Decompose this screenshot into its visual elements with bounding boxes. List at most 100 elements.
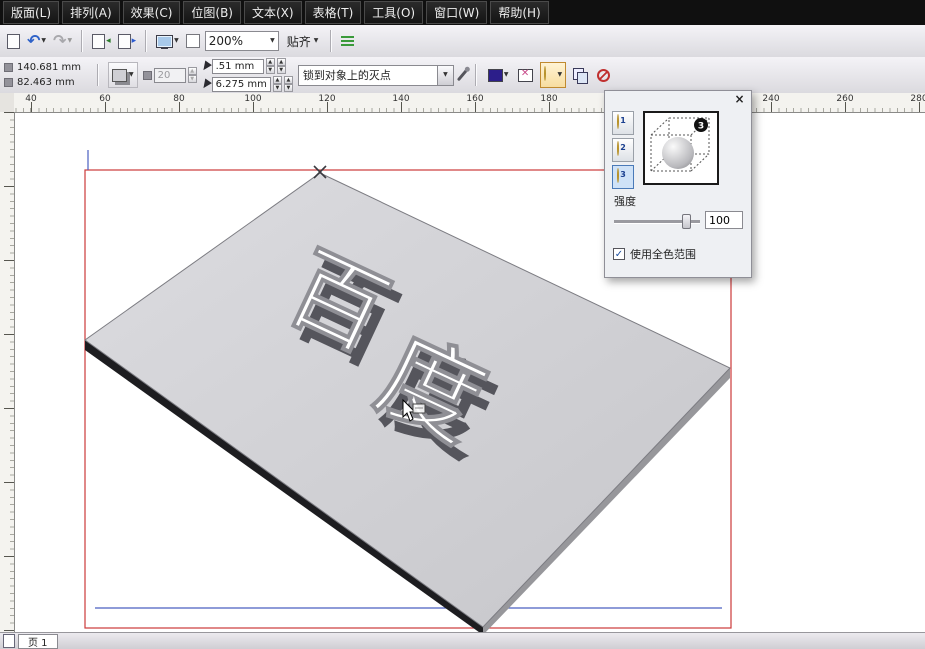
menu-table[interactable]: 表格(T) xyxy=(305,1,362,24)
intensity-slider-track[interactable] xyxy=(614,220,700,224)
vanishing-point-mode-dropbutton[interactable]: ▼ xyxy=(437,66,453,85)
object-x-value[interactable]: 140.681 mm xyxy=(17,62,81,73)
vp-x-icon xyxy=(200,60,212,72)
dynamic-guides-button[interactable] xyxy=(339,29,356,53)
view-mode-button[interactable]: ▼ xyxy=(154,29,181,53)
menu-arrange[interactable]: 排列(A) xyxy=(62,1,120,24)
drawing-canvas[interactable]: 百 百 度 度 xyxy=(14,112,925,633)
bevel-button[interactable] xyxy=(516,63,535,87)
copy-extrude-button[interactable] xyxy=(571,63,590,87)
vp-x-spin-up2[interactable]: ▲ xyxy=(277,58,286,66)
x-position-icon xyxy=(4,63,13,72)
propbar-separator xyxy=(475,64,477,86)
zoom-combobox[interactable]: 200% ▼ xyxy=(205,31,279,51)
depth-field[interactable]: 20 xyxy=(154,68,186,83)
zoom-value: 200% xyxy=(209,34,243,48)
options-icon xyxy=(186,34,200,48)
light-1-bulb-icon: 1 xyxy=(617,115,629,131)
toolbar-separator xyxy=(330,30,332,52)
clear-extrude-icon xyxy=(597,69,610,82)
vp-y-spin-down2[interactable]: ▼ xyxy=(284,84,293,92)
standard-toolbar: ↶ ▼ ↷ ▼ ◂ ▸ ▼ 200% ▼ 贴齐 ▼ xyxy=(0,25,925,58)
menu-bitmaps[interactable]: 位图(B) xyxy=(183,1,241,24)
vp-x-spin-down[interactable]: ▼ xyxy=(266,66,275,74)
object-y-row: 82.463 mm xyxy=(4,76,88,90)
view-mode-caret[interactable]: ▼ xyxy=(174,38,179,44)
ruler-label: 120 xyxy=(318,94,335,104)
snap-caret[interactable]: ▼ xyxy=(314,38,319,44)
vp-y-row: 6.275 mm ▲ ▼ ▲ ▼ xyxy=(202,76,293,92)
document-icon xyxy=(7,34,20,49)
extrude-fill-button[interactable]: ▼ xyxy=(486,63,511,87)
vanishing-point-coords: .51 mm ▲ ▼ ▲ ▼ 6.275 mm ▲ ▼ ▲ xyxy=(202,58,293,92)
new-document-button[interactable] xyxy=(5,29,22,53)
vanishing-point-mode-value: 锁到对象上的灭点 xyxy=(299,67,395,83)
menu-help[interactable]: 帮助(H) xyxy=(490,1,548,24)
export-button[interactable]: ▸ xyxy=(116,29,139,53)
toolbar-separator xyxy=(145,30,147,52)
snap-label: 贴齐 xyxy=(287,33,311,50)
light-3-marker[interactable]: 3 xyxy=(694,118,708,132)
svg-text:3: 3 xyxy=(698,122,704,132)
vanishing-point-mode-dropdown[interactable]: 锁到对象上的灭点 ▼ xyxy=(298,65,454,86)
zoom-caret[interactable]: ▼ xyxy=(270,38,275,44)
menu-layout[interactable]: 版面(L) xyxy=(3,1,59,24)
snap-dropdown[interactable]: 贴齐 ▼ xyxy=(282,31,324,52)
ruler-origin-corner[interactable] xyxy=(0,93,15,113)
extrude-lighting-panel: × 1 2 3 xyxy=(604,90,752,278)
vp-x-spin-up[interactable]: ▲ xyxy=(266,58,275,66)
export-icon xyxy=(118,34,131,49)
depth-icon xyxy=(143,71,152,80)
lighting-caret[interactable]: ▼ xyxy=(558,72,563,78)
page-navigation-icon[interactable] xyxy=(3,634,15,648)
light-1-button[interactable]: 1 xyxy=(612,111,634,135)
vp-x-spin-down2[interactable]: ▼ xyxy=(277,66,286,74)
undo-button[interactable]: ↶ ▼ xyxy=(25,29,48,53)
intensity-slider-handle[interactable] xyxy=(682,214,691,229)
ruler-label: 160 xyxy=(466,94,483,104)
full-color-range-label: 使用全色范围 xyxy=(630,246,696,262)
propbar-separator xyxy=(97,64,99,86)
depth-spin-up: ▲ xyxy=(188,67,197,75)
clear-extrude-button[interactable] xyxy=(595,63,612,87)
export-arrow-icon: ▸ xyxy=(132,37,137,46)
drawing-svg: 百 百 度 度 xyxy=(14,112,925,633)
menu-text[interactable]: 文本(X) xyxy=(244,1,302,24)
vp-y-spin-up2[interactable]: ▲ xyxy=(284,76,293,84)
import-button[interactable]: ◂ xyxy=(90,29,113,53)
horizontal-ruler[interactable]: 406080100120140160180200220240260280 xyxy=(14,93,925,113)
menu-tools[interactable]: 工具(O) xyxy=(364,1,423,24)
copy-vp-button[interactable] xyxy=(459,63,466,87)
menu-bar: 版面(L) 排列(A) 效果(C) 位图(B) 文本(X) 表格(T) 工具(O… xyxy=(0,0,925,26)
vp-y-spin-up[interactable]: ▲ xyxy=(273,76,282,84)
extrusion-type-caret[interactable]: ▼ xyxy=(129,72,134,78)
extrude-lighting-button[interactable]: ▼ xyxy=(540,62,567,88)
light-2-button[interactable]: 2 xyxy=(612,138,634,162)
menu-window[interactable]: 窗口(W) xyxy=(426,1,487,24)
vp-y-field[interactable]: 6.275 mm xyxy=(212,77,271,92)
fill-color-chip xyxy=(488,69,503,82)
vp-x-field[interactable]: .51 mm xyxy=(212,59,264,74)
intensity-input[interactable] xyxy=(705,211,743,229)
vp-y-spin-down[interactable]: ▼ xyxy=(273,84,282,92)
light-2-bulb-icon: 2 xyxy=(617,142,629,158)
vertical-ruler[interactable] xyxy=(0,112,15,633)
ruler-label: 240 xyxy=(762,94,779,104)
menu-effects[interactable]: 效果(C) xyxy=(123,1,181,24)
panel-close-button[interactable]: × xyxy=(733,93,746,106)
undo-dropdown-caret[interactable]: ▼ xyxy=(41,38,46,44)
options-button[interactable] xyxy=(184,29,202,53)
ruler-label: 140 xyxy=(392,94,409,104)
light-position-preview[interactable]: 3 xyxy=(643,111,719,185)
status-bar: 页 1 xyxy=(0,632,925,649)
object-y-value[interactable]: 82.463 mm xyxy=(17,77,75,88)
redo-icon: ↷ xyxy=(53,33,66,49)
page-tab[interactable]: 页 1 xyxy=(18,634,58,649)
fill-color-caret[interactable]: ▼ xyxy=(504,72,509,78)
light-3-button[interactable]: 3 xyxy=(612,165,634,189)
extrusion-type-button[interactable]: ▼ xyxy=(108,62,138,88)
light-preview-svg: 3 xyxy=(645,113,717,183)
redo-button[interactable]: ↷ ▼ xyxy=(51,29,74,53)
full-color-range-checkbox[interactable]: ✓ xyxy=(613,248,625,260)
y-position-icon xyxy=(4,78,13,87)
